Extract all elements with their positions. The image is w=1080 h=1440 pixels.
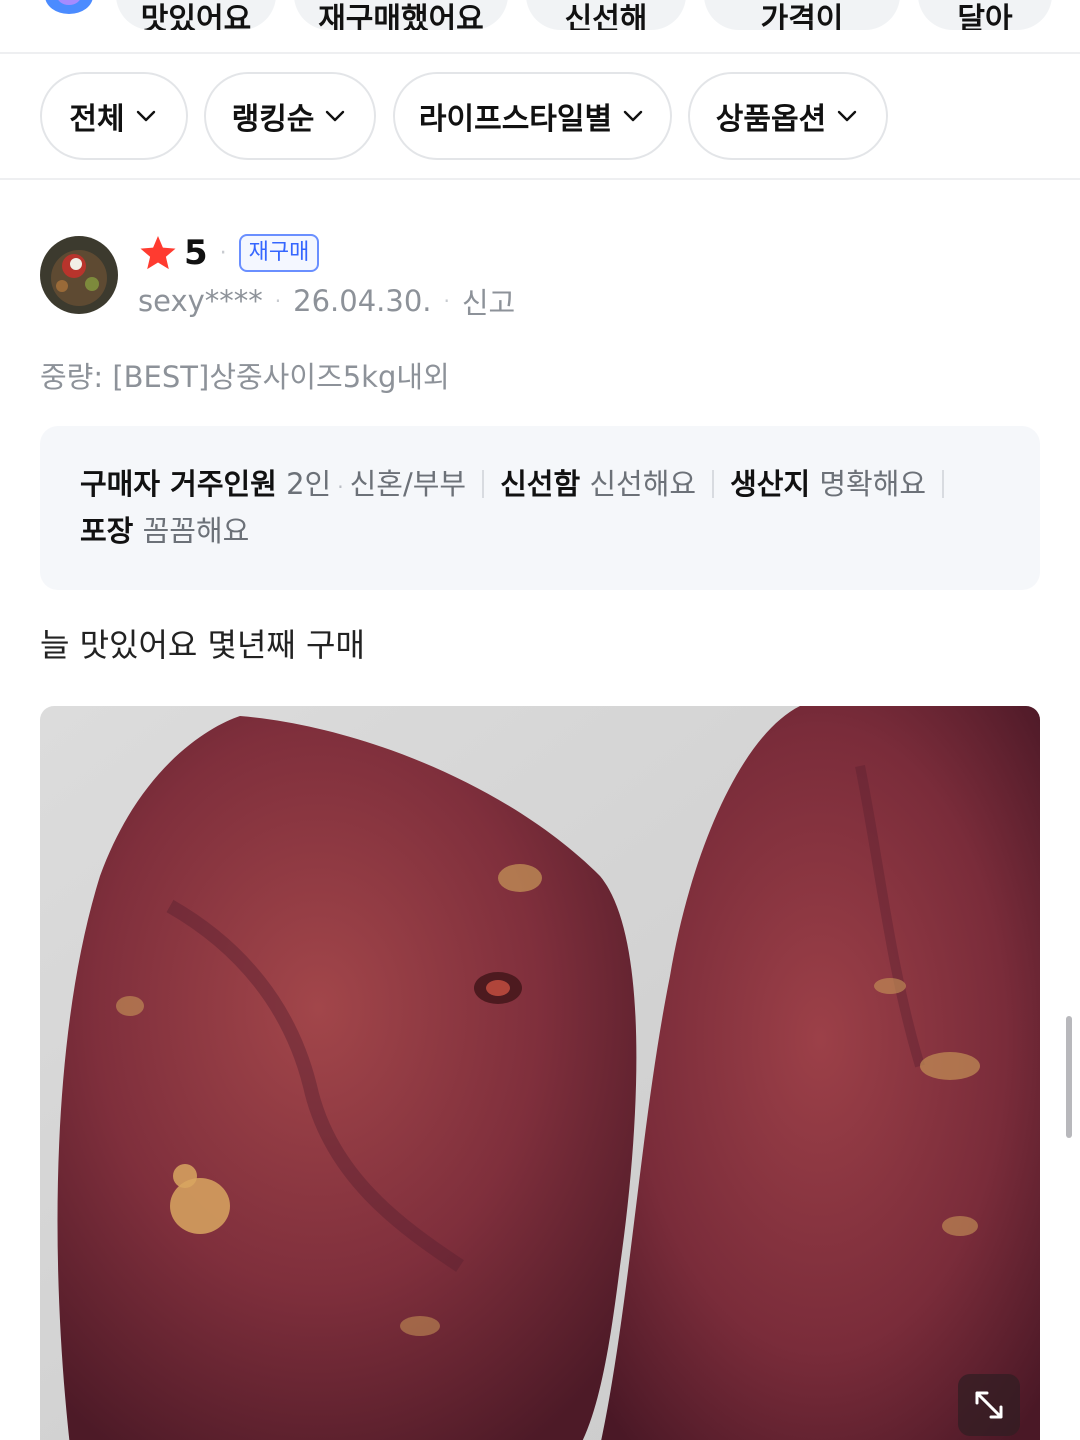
avatar[interactable] bbox=[40, 236, 118, 314]
chevron-down-icon bbox=[838, 110, 857, 122]
filter-option-dropdown[interactable]: 상품옵션 bbox=[688, 72, 888, 160]
star-icon bbox=[140, 236, 176, 270]
review-meta: sexy**** · 26.04.30. · 신고 bbox=[138, 282, 515, 320]
chevron-down-icon bbox=[136, 110, 155, 122]
review-date: 26.04.30. bbox=[293, 284, 432, 318]
packaging-value: 꼼꼼해요 bbox=[142, 514, 250, 548]
rating-row: 5 · 재구매 bbox=[138, 232, 320, 274]
reviewer-name: sexy**** bbox=[138, 284, 263, 318]
chevron-down-icon bbox=[623, 110, 643, 122]
filter-label: 전체 bbox=[69, 102, 125, 137]
logo-icon bbox=[45, 0, 93, 14]
top-chip-5[interactable]: 달아 bbox=[918, 0, 1052, 30]
filter-label: 랭킹순 bbox=[231, 102, 315, 137]
review-attributes: 구매자 거주인원 2인 · 신혼/부부 신선함 신선해요 생산지 명확해요 포장 꼼꼼해… bbox=[40, 426, 1040, 590]
filter-label: 상품옵션 bbox=[715, 102, 827, 137]
filter-all-dropdown[interactable]: 전체 bbox=[40, 72, 188, 160]
expand-photo-button[interactable] bbox=[958, 1374, 1020, 1436]
chevron-down-icon bbox=[326, 110, 345, 122]
expand-icon bbox=[975, 1391, 1003, 1419]
top-chip-1[interactable]: 맛있어요 bbox=[116, 0, 276, 30]
review-body: 늘 맛있어요 몇년째 구매 bbox=[40, 626, 365, 664]
divider bbox=[942, 470, 945, 498]
divider bbox=[482, 470, 485, 498]
household-count: 2인 bbox=[286, 467, 332, 501]
freshness-label: 신선함 bbox=[500, 467, 581, 501]
report-link[interactable]: 신고 bbox=[462, 280, 515, 322]
purchase-option: 중량: [BEST]상중사이즈5kg내외 bbox=[40, 360, 450, 394]
scrollbar[interactable] bbox=[1066, 1016, 1072, 1138]
divider bbox=[712, 470, 715, 498]
origin-label: 생산지 bbox=[730, 467, 811, 501]
filter-sort-dropdown[interactable]: 랭킹순 bbox=[204, 72, 376, 160]
separator-dot: · bbox=[443, 289, 450, 313]
filter-bar: 전체 랭킹순 라이프스타일별 상품옵션 bbox=[0, 54, 1080, 180]
freshness-value: 신선해요 bbox=[589, 467, 697, 501]
separator-dot: · bbox=[219, 240, 227, 266]
household-label: 구매자 거주인원 bbox=[80, 467, 277, 501]
rebuy-badge: 재구매 bbox=[238, 234, 320, 272]
top-chip-4[interactable]: 가격이 bbox=[704, 0, 900, 30]
filter-label: 라이프스타일별 bbox=[418, 102, 613, 137]
rating-score: 5 bbox=[184, 233, 208, 273]
separator-dot: · bbox=[337, 475, 344, 499]
filter-lifestyle-dropdown[interactable]: 라이프스타일별 bbox=[393, 72, 672, 160]
top-keyword-bar: 맛있어요 재구매했어요 신선해 가격이 달아 bbox=[0, 0, 1080, 54]
top-chip-2[interactable]: 재구매했어요 bbox=[294, 0, 508, 30]
household-type: 신혼/부부 bbox=[349, 467, 467, 501]
review-photo[interactable] bbox=[40, 706, 1040, 1440]
top-chip-3[interactable]: 신선해 bbox=[526, 0, 686, 30]
separator-dot: · bbox=[274, 289, 282, 313]
packaging-label: 포장 bbox=[80, 514, 134, 548]
origin-value: 명확해요 bbox=[819, 467, 927, 501]
